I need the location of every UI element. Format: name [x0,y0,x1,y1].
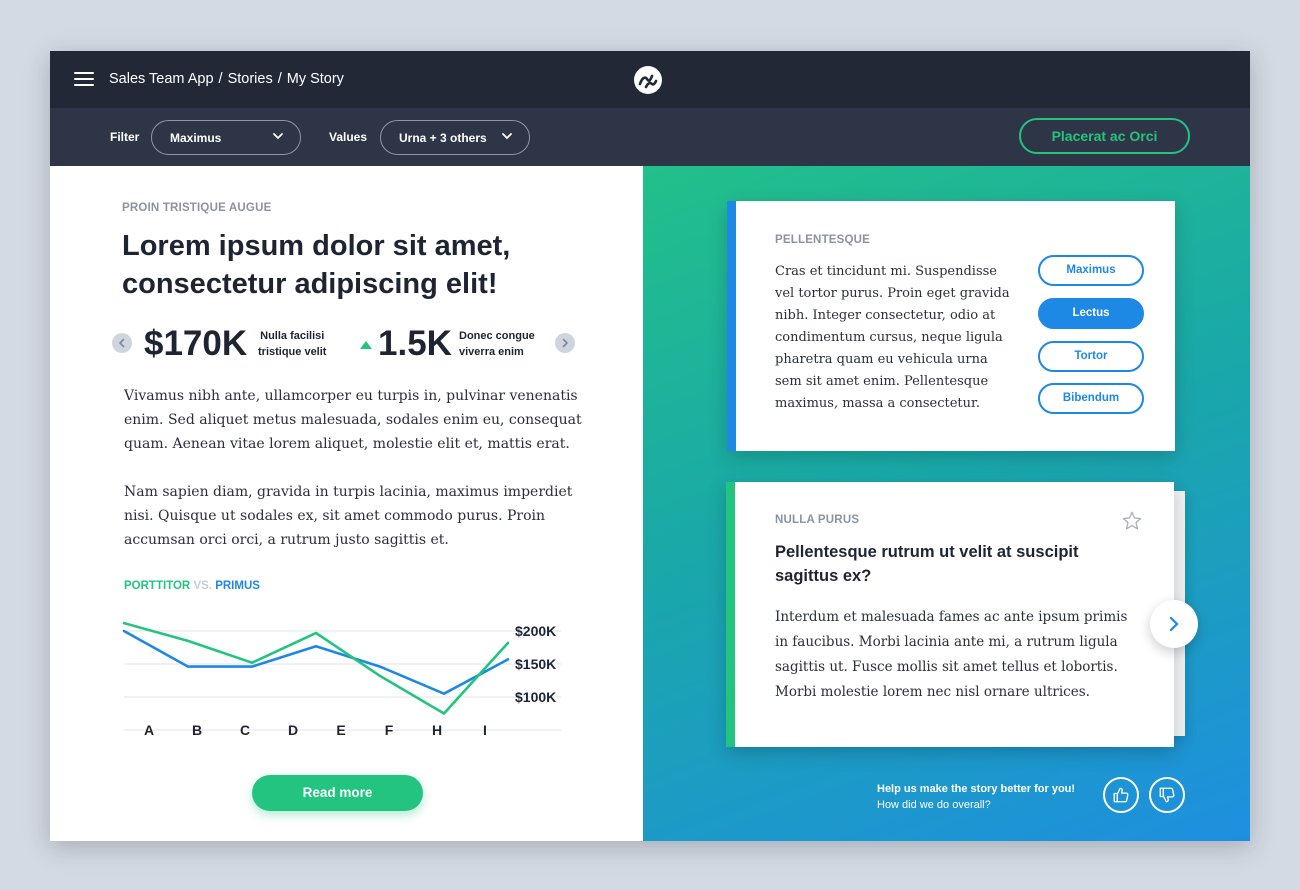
trend-up-icon [360,341,372,349]
feedback-prompt: Help us make the story better for you! H… [877,781,1075,813]
breadcrumb-separator: / [277,71,282,87]
x-tick-label: H [432,722,442,738]
breadcrumb-item-app[interactable]: Sales Team App [109,71,214,87]
kpi-count-value: 1.5K [378,324,452,363]
x-tick-label: E [336,722,345,738]
story-paragraph-2: Nam sapien diam, gravida in turpis lacin… [124,484,573,548]
x-tick-label: B [192,722,202,738]
feedback-line-2: How did we do overall? [877,799,991,811]
chart-legend: PORTTITOR VS. PRIMUS [124,580,260,592]
filter-label: Filter [110,130,140,144]
thumbs-up-icon [1113,787,1129,803]
kpi-count-desc-line1: Donec congue [459,330,535,342]
breadcrumb-separator: / [218,71,223,87]
card-accent-bar [727,201,736,451]
kpi-row: $170K Nulla facilisi tristique velit 1.5… [110,324,580,364]
chevron-left-icon [118,338,125,348]
breadcrumb-item-stories[interactable]: Stories [228,71,273,87]
y-tick-label: $100K [515,689,556,705]
chevron-down-icon [502,133,512,140]
pellentesque-card: PELLENTESQUE Cras et tincidunt mi. Suspe… [727,201,1175,451]
kpi-revenue-desc: Nulla facilisi tristique velit [258,328,326,360]
x-tick-label: D [288,722,298,738]
x-tick-label: F [385,722,394,738]
option-tortor[interactable]: Tortor [1038,341,1144,372]
chevron-down-icon [273,133,283,140]
values-dropdown[interactable]: Urna + 3 others [380,120,530,155]
question-card: NULLA PURUS Pellentesque rutrum ut velit… [726,482,1174,747]
card1-eyebrow: PELLENTESQUE [775,234,871,246]
read-more-button[interactable]: Read more [252,775,423,811]
thumbs-down-icon [1159,787,1175,803]
story-paragraph-1: Vivamus nibh ante, ullamcorper eu turpis… [124,388,582,452]
kpi-revenue-desc-line1: Nulla facilisi [260,330,325,342]
filter-dropdown[interactable]: Maximus [151,120,301,155]
values-label: Values [329,130,368,144]
legend-vs: VS. [193,580,212,592]
breadcrumb-item-current: My Story [286,71,344,87]
star-icon[interactable] [1121,510,1143,532]
story-panel: PROIN TRISTIQUE AUGUE Lorem ipsum dolor … [50,166,643,841]
legend-series-a: PORTTITOR [124,580,191,592]
card2-title: Pellentesque rutrum ut velit at suscipit… [775,543,1079,585]
kpi-count-desc-line2: viverra enim [459,346,524,358]
values-dropdown-value: Urna + 3 others [399,131,487,145]
legend-series-b: PRIMUS [215,580,260,592]
option-maximus[interactable]: Maximus [1038,255,1144,286]
x-tick-label: A [144,722,154,738]
story-eyebrow: PROIN TRISTIQUE AUGUE [122,202,272,214]
kpi-count-desc: Donec congue viverra enim [459,328,535,360]
card1-body: Cras et tincidunt mi. Suspendisse vel to… [775,264,1010,411]
story-headline: Lorem ipsum dolor sit amet, consectetur … [122,230,511,300]
y-tick-label: $200K [515,623,556,639]
kpi-next-button[interactable] [555,333,575,353]
x-tick-label: I [483,722,487,738]
breadcrumb: Sales Team App / Stories / My Story [109,71,344,87]
y-tick-label: $150K [515,656,556,672]
app-window: Sales Team App / Stories / My Story Filter M… [50,51,1250,841]
feedback-line-1: Help us make the story better for you! [877,783,1076,795]
cards-panel: PELLENTESQUE Cras et tincidunt mi. Suspe… [643,166,1250,841]
menu-icon[interactable] [74,71,94,87]
x-tick-label: C [240,722,250,738]
card-accent-bar [726,482,735,747]
kpi-revenue-desc-line2: tristique velit [258,346,327,358]
chevron-right-icon [562,338,569,348]
filter-dropdown-value: Maximus [170,131,222,145]
filter-bar: Filter Maximus Values Urna + 3 others Pl… [50,108,1250,166]
top-bar: Sales Team App / Stories / My Story [50,51,1250,108]
chevron-right-icon [1169,616,1179,632]
series-line-porttitor [122,621,510,715]
thumbs-up-button[interactable] [1103,777,1139,813]
line-chart: $200K $150K $100K A B C D E F H I [122,621,561,738]
option-lectus[interactable]: Lectus [1038,298,1144,329]
card2-body: Interdum et malesuada fames ac ante ipsu… [775,609,1128,700]
brand-logo-icon[interactable] [634,66,662,94]
next-card-button[interactable] [1150,600,1198,648]
thumbs-down-button[interactable] [1149,777,1185,813]
placerat-button[interactable]: Placerat ac Orci [1019,118,1190,154]
kpi-revenue-value: $170K [144,324,248,363]
kpi-prev-button[interactable] [112,333,132,353]
option-bibendum[interactable]: Bibendum [1038,383,1144,414]
card2-eyebrow: NULLA PURUS [775,514,860,526]
